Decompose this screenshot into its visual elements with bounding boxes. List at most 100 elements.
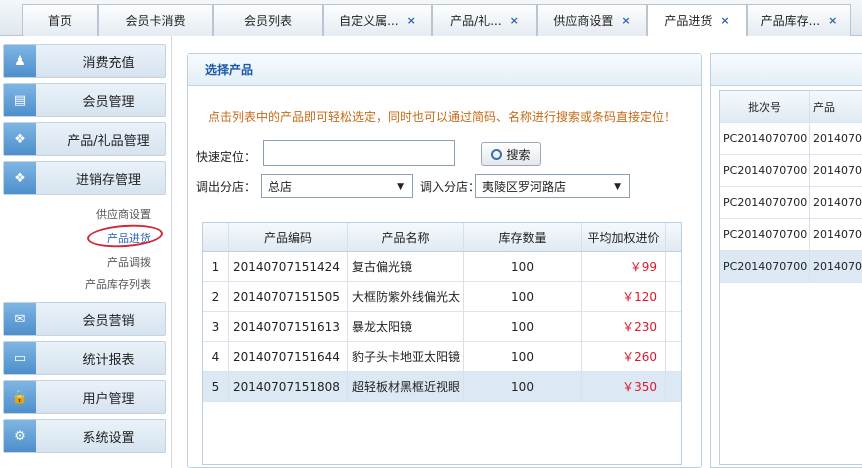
quick-locate-input[interactable] (263, 140, 455, 166)
row-index: 5 (203, 372, 229, 401)
in-branch-value: 夷陵区罗河路店 (482, 179, 567, 194)
user-icon: ♟ (4, 45, 36, 77)
lock-icon: 🔒 (4, 381, 36, 413)
close-icon[interactable]: × (720, 14, 729, 27)
in-branch-select[interactable]: 夷陵区罗河路店 ▼ (475, 174, 630, 198)
sidebar-item-label: 会员管理 (82, 94, 135, 110)
table-row[interactable]: 1 20140707151424 复古偏光镜 100 ￥99 (203, 252, 681, 282)
sidebar-item-label: 会员营销 (82, 313, 135, 329)
sidebar-item-label: 用户管理 (82, 391, 135, 407)
table-row[interactable]: PC2014070700 2014070 (720, 187, 862, 219)
out-branch-label: 调出分店： (196, 180, 257, 194)
tab-label: 会员卡消费 (125, 14, 186, 28)
panel-title: 选择产品 (188, 54, 701, 86)
row-code: 20140707151424 (229, 252, 348, 281)
select-product-panel: 选择产品 点击列表中的产品即可轻松选定，同时也可以通过简码、名称进行搜索或条码直… (187, 53, 702, 468)
table-row-selected[interactable]: 5 20140707151808 超轻板材黑框近视眼 100 ￥350 (203, 372, 681, 402)
card-icon: ▤ (4, 84, 36, 116)
submenu-supplier[interactable]: 供应商设置 (96, 206, 151, 222)
search-icon (491, 148, 503, 160)
row-product: 2014070 (813, 132, 862, 145)
row-batch: PC2014070700 (720, 187, 810, 218)
tab-bar: 首页 会员卡消费 会员列表 自定义属... × 产品/礼... × 供应商设置 × 产… (0, 0, 862, 36)
close-icon[interactable]: × (407, 14, 416, 27)
row-index: 2 (203, 282, 229, 311)
submenu-stock-list[interactable]: 产品库存列表 (85, 276, 151, 292)
close-icon[interactable]: × (621, 14, 630, 27)
quick-locate-label: 快速定位： (196, 150, 257, 164)
table-row[interactable]: 2 20140707151505 大框防紫外线偏光太 100 ￥120 (203, 282, 681, 312)
sidebar-item-label: 系统设置 (82, 430, 135, 446)
sidebar: ♟ 消费充值 ▤ 会员管理 ❖ 产品/礼品管理 ❖ 进销存管理 供应商设置 产品… (0, 36, 172, 468)
tab-home[interactable]: 首页 (22, 4, 98, 36)
grid-header: 产品编码 产品名称 库存数量 平均加权进价 (203, 223, 681, 252)
table-row[interactable]: PC2014070700 2014070 (720, 155, 862, 187)
sidebar-item-marketing[interactable]: ✉ 会员营销 (3, 302, 166, 336)
dropdown-arrow-icon: ▼ (397, 182, 404, 192)
table-row[interactable]: PC2014070700 2014070 (720, 219, 862, 251)
out-branch-value: 总店 (268, 179, 293, 194)
row-index: 4 (203, 342, 229, 371)
batch-grid: 批次号 产品 PC2014070700 2014070 PC2014070700… (719, 90, 862, 465)
row-batch: PC2014070700 (720, 219, 810, 250)
batch-panel: 批次号 产品 PC2014070700 2014070 PC2014070700… (710, 53, 862, 468)
row-name: 复古偏光镜 (348, 252, 464, 281)
sidebar-item-consume-recharge[interactable]: ♟ 消费充值 (3, 44, 166, 78)
mail-icon: ✉ (4, 303, 36, 335)
row-name: 暴龙太阳镜 (348, 312, 464, 341)
submenu-transfer[interactable]: 产品调拨 (107, 254, 151, 270)
row-product: 2014070 (813, 196, 862, 209)
inventory-icon: ❖ (4, 162, 36, 194)
hint-text: 点击列表中的产品即可轻松选定，同时也可以通过简码、名称进行搜索或条码直接定位！ (208, 110, 677, 124)
table-row[interactable]: 4 20140707151644 豹子头卡地亚太阳镜 100 ￥260 (203, 342, 681, 372)
row-qty: 100 (464, 252, 582, 281)
row-price: ￥99 (582, 252, 666, 281)
row-product: 2014070 (813, 260, 862, 273)
tab-stock-list[interactable]: 产品库存... × (747, 4, 851, 36)
table-row[interactable]: PC2014070700 2014070 (720, 123, 862, 155)
tab-label: 首页 (47, 14, 72, 28)
header-index (203, 223, 229, 251)
row-code: 20140707151505 (229, 282, 348, 311)
tab-purchase[interactable]: 产品进货 × (647, 4, 747, 36)
product-grid: 产品编码 产品名称 库存数量 平均加权进价 1 20140707151424 复… (202, 222, 682, 465)
row-product: 2014070 (813, 228, 862, 241)
tab-label: 产品进货 (664, 14, 713, 28)
row-qty: 100 (464, 342, 582, 371)
row-price: ￥260 (582, 342, 666, 371)
close-icon[interactable]: × (510, 14, 519, 27)
sidebar-item-settings[interactable]: ⚙ 系统设置 (3, 419, 166, 453)
out-branch-select[interactable]: 总店 ▼ (261, 174, 413, 198)
row-product: 2014070 (813, 164, 862, 177)
table-row[interactable]: 3 20140707151613 暴龙太阳镜 100 ￥230 (203, 312, 681, 342)
row-index: 3 (203, 312, 229, 341)
header-product: 产品 (813, 100, 835, 114)
table-row-selected[interactable]: PC2014070700 2014070 (720, 251, 862, 283)
sidebar-item-product-gift[interactable]: ❖ 产品/礼品管理 (3, 122, 166, 156)
row-price: ￥120 (582, 282, 666, 311)
search-button[interactable]: 搜索 (481, 142, 541, 166)
row-price: ￥230 (582, 312, 666, 341)
tab-custom-attr[interactable]: 自定义属... × (323, 4, 432, 36)
row-batch: PC2014070700 (720, 155, 810, 186)
sidebar-item-users[interactable]: 🔒 用户管理 (3, 380, 166, 414)
tab-product-gift[interactable]: 产品/礼... × (432, 4, 537, 36)
sidebar-item-label: 统计报表 (82, 352, 135, 368)
row-code: 20140707151808 (229, 372, 348, 401)
row-name: 大框防紫外线偏光太 (348, 282, 464, 311)
header-batch: 批次号 (720, 91, 810, 122)
dropdown-arrow-icon: ▼ (614, 182, 621, 192)
row-batch: PC2014070700 (720, 123, 810, 154)
in-branch-label: 调入分店： (420, 180, 481, 194)
header-qty: 库存数量 (464, 223, 582, 251)
sidebar-item-inventory[interactable]: ❖ 进销存管理 (3, 161, 166, 195)
sidebar-item-reports[interactable]: ▭ 统计报表 (3, 341, 166, 375)
tab-card-consume[interactable]: 会员卡消费 (98, 4, 213, 36)
row-qty: 100 (464, 282, 582, 311)
row-name: 超轻板材黑框近视眼 (348, 372, 464, 401)
tab-member-list[interactable]: 会员列表 (213, 4, 323, 36)
row-qty: 100 (464, 312, 582, 341)
tab-supplier[interactable]: 供应商设置 × (537, 4, 647, 36)
close-icon[interactable]: × (828, 14, 837, 27)
sidebar-item-member-manage[interactable]: ▤ 会员管理 (3, 83, 166, 117)
